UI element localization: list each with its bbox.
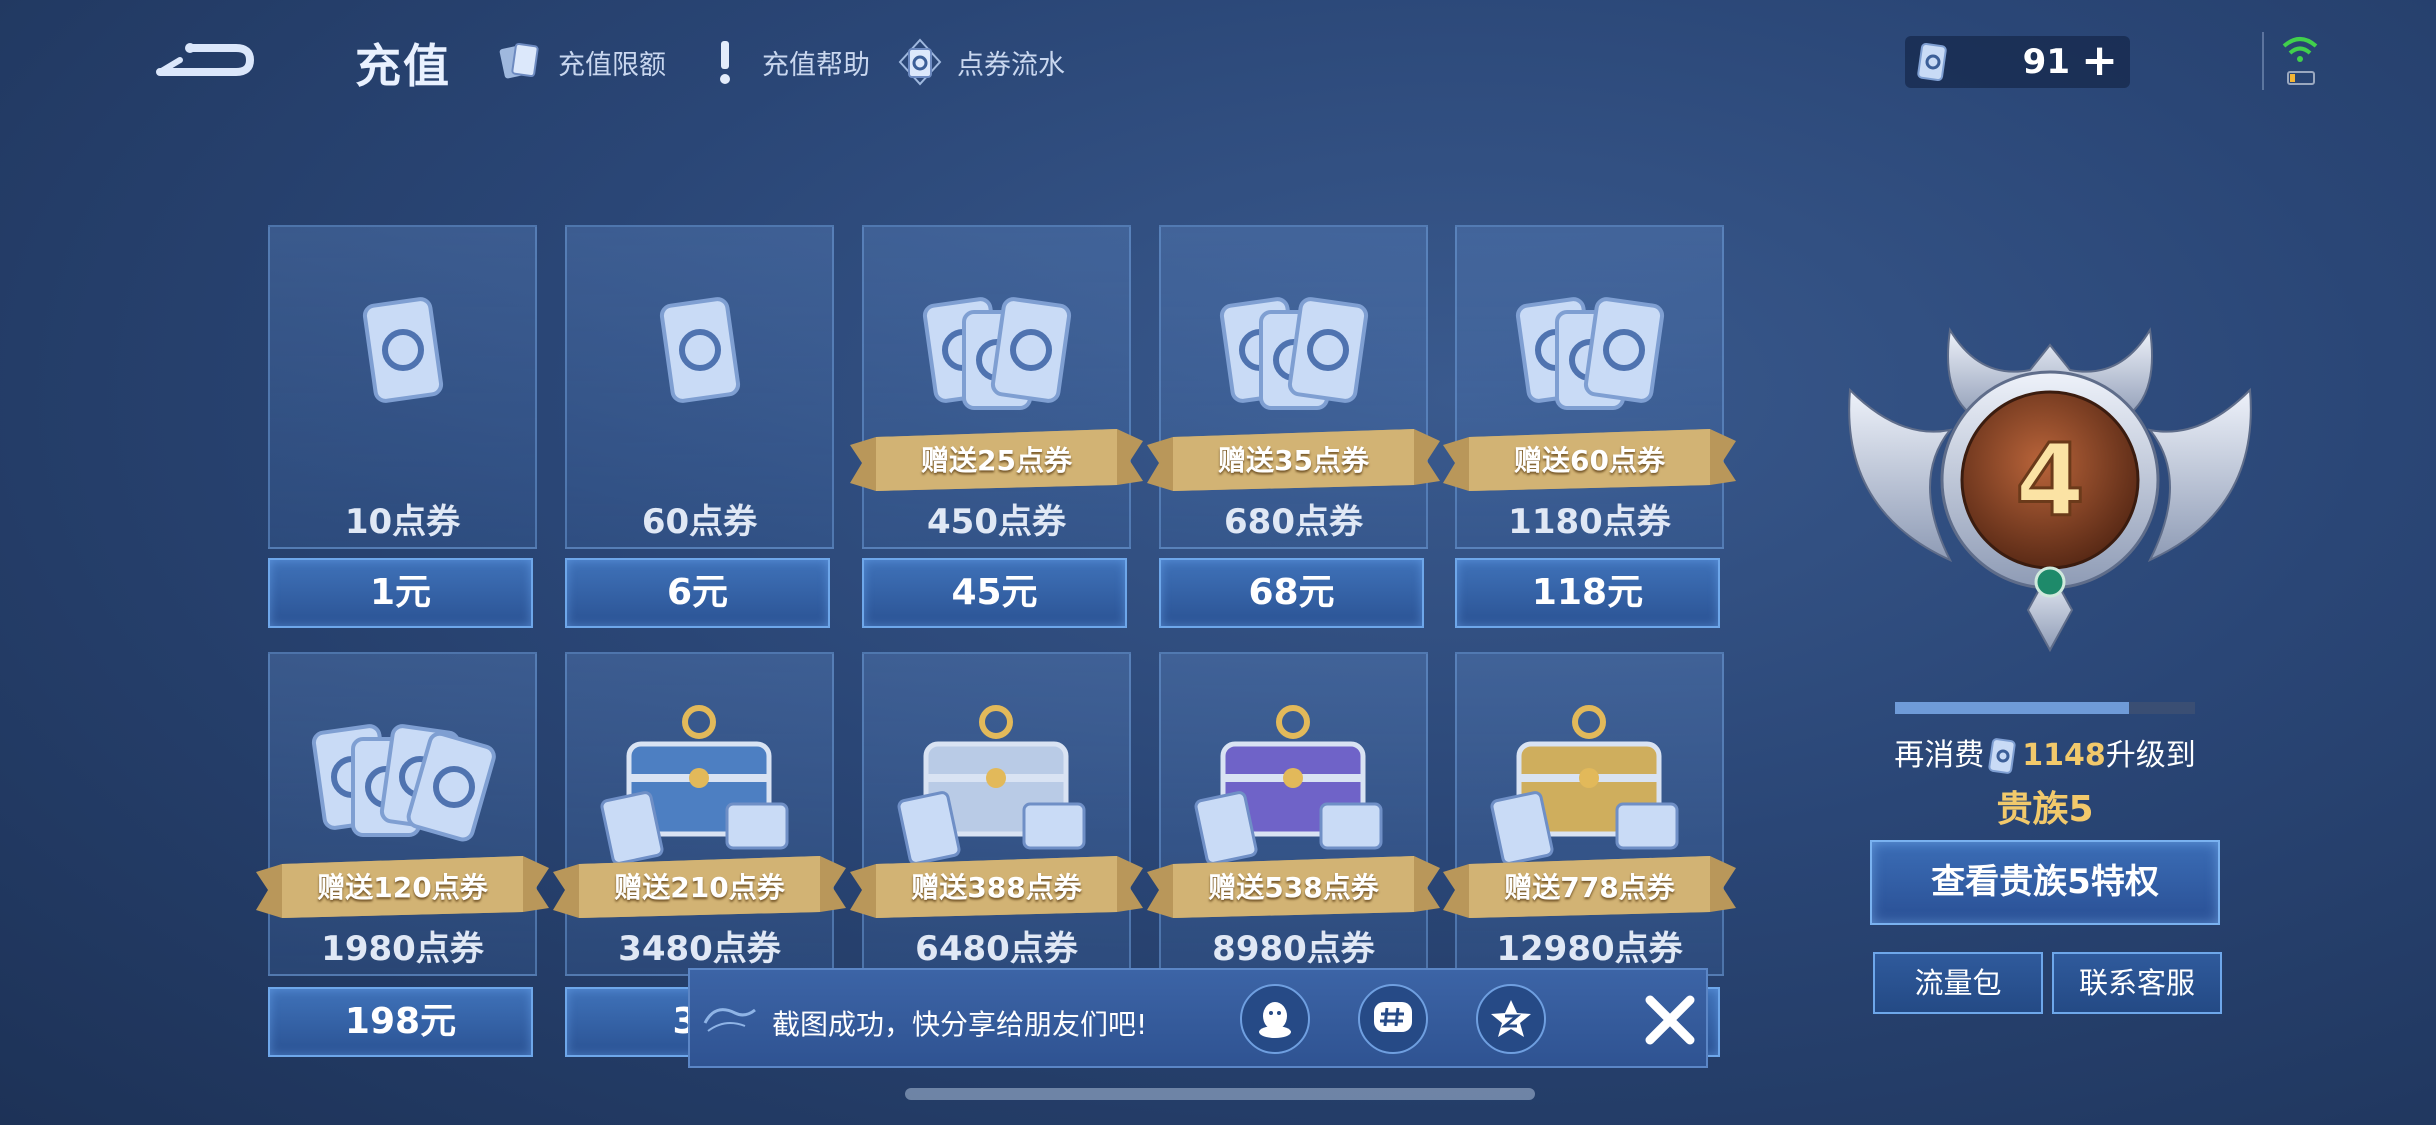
qq-icon	[1259, 1002, 1291, 1038]
package-card[interactable]: 赠送25点券 450点券	[850, 225, 1143, 549]
coupon-balance: 91 +	[1905, 36, 2130, 88]
bonus-ribbon: 赠送120点券	[256, 854, 549, 918]
close-toast-button[interactable]	[1642, 992, 1698, 1048]
balance-value: 91	[2022, 42, 2070, 82]
bonus-label: 赠送120点券	[317, 871, 488, 904]
home-indicator	[905, 1088, 1535, 1100]
close-icon	[1645, 995, 1695, 1045]
coupon-icon	[898, 38, 942, 86]
coupon-stack-icon	[270, 704, 535, 869]
package-amount: 6480点券	[915, 929, 1078, 969]
recharge-help-link[interactable]: 充值帮助	[700, 36, 870, 88]
price-button[interactable]: 68元	[1159, 558, 1424, 628]
screenshot-share-toast: 截图成功，快分享给朋友们吧!	[688, 968, 1708, 1068]
back-button[interactable]	[150, 30, 260, 90]
share-qzone-button[interactable]	[1476, 984, 1546, 1054]
price-button[interactable]: 45元	[862, 558, 1127, 628]
bonus-label: 赠送60点券	[1514, 444, 1665, 477]
cloud-swirl-icon	[703, 1008, 756, 1032]
toast-message: 截图成功，快分享给朋友们吧!	[772, 1008, 1148, 1041]
back-arrow-icon	[156, 43, 255, 76]
package-card[interactable]: 赠送35点券 680点券	[1147, 225, 1440, 549]
share-topic-button[interactable]	[1358, 984, 1428, 1054]
package-amount: 3480点券	[618, 929, 781, 969]
coupon-history-link[interactable]: 点券流水	[895, 36, 1065, 88]
treasure-chest-icon	[1457, 704, 1722, 869]
bonus-label: 赠送538点券	[1208, 871, 1379, 904]
recharge-limit-label: 充值限额	[558, 49, 666, 81]
customer-service-button[interactable]: 联系客服	[2052, 952, 2222, 1014]
traffic-pack-button[interactable]: 流量包	[1873, 952, 2043, 1014]
coupon-stack-icon	[1161, 277, 1426, 442]
bonus-label: 赠送778点券	[1504, 871, 1675, 904]
cards-icon	[499, 43, 539, 79]
package-card[interactable]: 赠送538点券 8980点券	[1147, 652, 1440, 976]
bonus-ribbon: 赠送60点券	[1443, 427, 1736, 491]
package-card[interactable]: 赠送120点券 1980点券	[256, 652, 549, 976]
divider	[2262, 32, 2264, 90]
package-card[interactable]: 赠送778点券 12980点券	[1443, 652, 1736, 976]
hashtag-icon	[1374, 1002, 1412, 1032]
package-card[interactable]: 10点券	[268, 225, 537, 549]
price-button[interactable]: 118元	[1455, 558, 1720, 628]
bonus-label: 赠送210点券	[614, 871, 785, 904]
package-card[interactable]: 赠送60点券 1180点券	[1443, 225, 1736, 549]
qzone-icon	[1491, 1000, 1531, 1037]
exclamation-icon	[720, 41, 730, 84]
noble-level-number: 4	[2015, 422, 2085, 539]
bonus-label: 赠送25点券	[921, 444, 1072, 477]
view-privileges-button[interactable]: 查看贵族5特权	[1870, 840, 2220, 925]
price-button[interactable]: 1元	[268, 558, 533, 628]
share-qq-button[interactable]	[1240, 984, 1310, 1054]
bonus-ribbon: 赠送25点券	[850, 427, 1143, 491]
package-amount: 1980点券	[321, 929, 484, 969]
price-button[interactable]: 198元	[268, 987, 533, 1057]
bonus-ribbon: 赠送210点券	[553, 854, 846, 918]
treasure-chest-icon	[1161, 704, 1426, 869]
bonus-ribbon: 赠送388点券	[850, 854, 1143, 918]
coupon-stack-icon	[864, 277, 1129, 442]
package-amount: 8980点券	[1212, 929, 1375, 969]
bonus-ribbon: 赠送35点券	[1147, 427, 1440, 491]
add-coupon-button[interactable]: +	[2081, 39, 2118, 83]
upgrade-amount: 1148	[2022, 738, 2106, 773]
package-card[interactable]: 60点券	[565, 225, 834, 549]
bonus-label: 赠送35点券	[1218, 444, 1369, 477]
page-title: 充值	[355, 39, 451, 93]
noble-level-badge: 4	[1830, 310, 2270, 660]
wifi-battery-icon	[2280, 34, 2320, 90]
coupon-icon	[1988, 737, 2016, 774]
coupon-history-label: 点券流水	[957, 49, 1065, 81]
coupon-icon	[1917, 43, 1947, 81]
price-button[interactable]: 6元	[565, 558, 830, 628]
recharge-limit-link[interactable]: 充值限额	[496, 36, 666, 88]
next-noble-level: 贵族5	[1996, 789, 2094, 830]
upgrade-prefix: 再消费	[1894, 738, 1985, 773]
coupon-stack-icon	[567, 277, 832, 442]
package-amount: 450点券	[927, 502, 1066, 542]
bonus-label: 赠送388点券	[911, 871, 1082, 904]
package-amount: 60点券	[641, 502, 758, 542]
package-card[interactable]: 赠送210点券 3480点券	[553, 652, 846, 976]
package-card[interactable]: 赠送388点券 6480点券	[850, 652, 1143, 976]
upgrade-requirement: 再消费 1148升级到	[1860, 730, 2230, 777]
recharge-help-label: 充值帮助	[762, 49, 870, 81]
coupon-stack-icon	[1457, 277, 1722, 442]
package-amount: 680点券	[1224, 502, 1363, 542]
coupon-stack-icon	[270, 277, 535, 442]
package-amount: 12980点券	[1496, 929, 1683, 969]
upgrade-suffix: 升级到	[2105, 738, 2196, 773]
package-amount: 1180点券	[1508, 502, 1671, 542]
package-amount: 10点券	[344, 502, 461, 542]
bonus-ribbon: 赠送538点券	[1147, 854, 1440, 918]
treasure-chest-icon	[567, 704, 832, 869]
treasure-chest-icon	[864, 704, 1129, 869]
bonus-ribbon: 赠送778点券	[1443, 854, 1736, 918]
noble-progress-fill	[1895, 702, 2129, 714]
